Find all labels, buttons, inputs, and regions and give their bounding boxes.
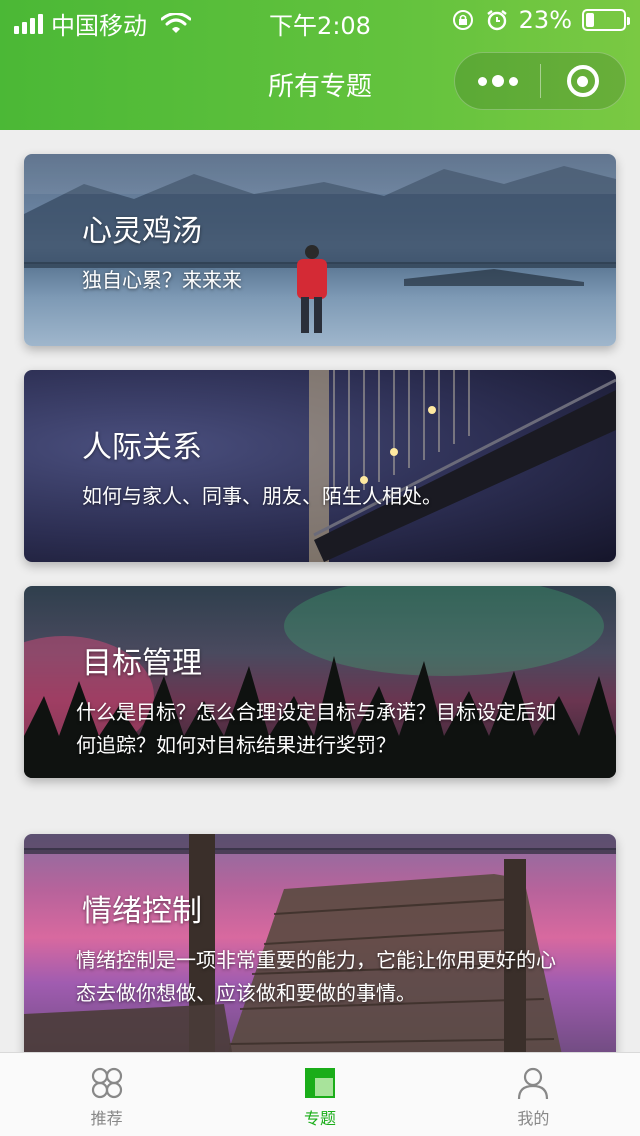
card-description: 情绪控制是一项非常重要的能力，它能让你用更好的心态去做你想做、应该做和要做的事情…: [76, 948, 556, 1005]
target-circle-icon: [566, 65, 599, 97]
pier-lake-illustration: [24, 834, 616, 1052]
profile-icon: [518, 1067, 549, 1100]
topic-card-goals[interactable]: 目标管理 什么是目标？怎么合理设定目标与承诺？目标设定后如何追踪？如何对目标结果…: [24, 586, 616, 778]
card-title: 目标管理: [82, 646, 202, 681]
card-title: 心灵鸡汤: [82, 214, 202, 249]
tab-bar: 推荐 专题 我的: [0, 1052, 640, 1136]
tab-label: 推荐: [90, 1109, 123, 1128]
bridge-illustration: [309, 370, 616, 562]
more-dots-icon[interactable]: [455, 53, 540, 109]
battery-icon: [582, 9, 630, 31]
rotation-lock-icon: [452, 10, 473, 30]
battery-percent: 23%: [518, 6, 572, 34]
card-title: 人际关系: [82, 430, 202, 465]
status-right: 23%: [451, 6, 630, 34]
recommend-icon: [91, 1067, 122, 1099]
topic-list: 心灵鸡汤 独自心累？来来来 人际关系 如何与家人、同事、朋友、陌生人相处。 目标…: [0, 130, 640, 1052]
tab-label: 我的: [517, 1109, 550, 1128]
close-mini-program-button[interactable]: [541, 53, 625, 109]
status-bar: 中国移动 下午2:08 23%: [0, 0, 640, 40]
topics-icon: [304, 1068, 335, 1098]
topic-card-relationships[interactable]: 人际关系 如何与家人、同事、朋友、陌生人相处。: [24, 370, 616, 562]
tab-profile[interactable]: 我的: [427, 1053, 640, 1136]
mountain-lake-illustration: [24, 154, 616, 333]
tab-recommend[interactable]: 推荐: [0, 1053, 213, 1136]
card-title: 情绪控制: [82, 894, 202, 929]
tab-topics[interactable]: 专题: [213, 1053, 426, 1136]
alarm-icon: [486, 10, 507, 31]
card-description: 什么是目标？怎么合理设定目标与承诺？目标设定后如何追踪？如何对目标结果进行奖罚？: [76, 700, 556, 757]
menu-capsule: [454, 52, 626, 110]
topic-card-emotions[interactable]: 情绪控制 情绪控制是一项非常重要的能力，它能让你用更好的心态去做你想做、应该做和…: [24, 834, 616, 1052]
card-description: 如何与家人、同事、朋友、陌生人相处。: [82, 484, 442, 508]
topic-card-soul[interactable]: 心灵鸡汤 独自心累？来来来: [24, 154, 616, 346]
card-description: 独自心累？来来来: [82, 268, 242, 292]
header: 中国移动 下午2:08 23% 所有专题: [0, 0, 640, 130]
tab-label: 专题: [303, 1109, 336, 1128]
